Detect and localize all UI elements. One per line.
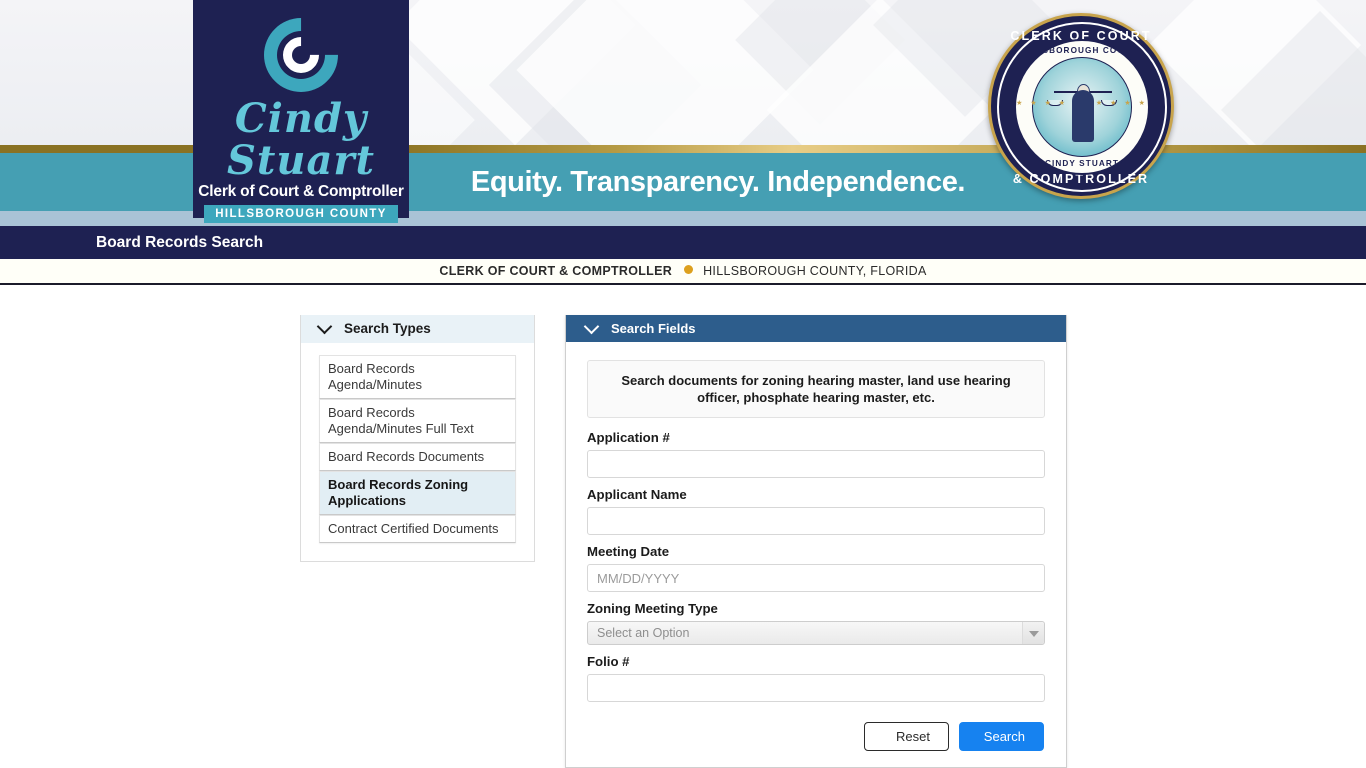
main-content: Search Types Board Records Agenda/Minute… bbox=[0, 285, 1366, 768]
logo-content: Cindy Stuart Clerk of Court & Comptrolle… bbox=[193, 2, 409, 223]
separator-dot-icon bbox=[684, 265, 694, 274]
office-subheader: CLERK OF COURT & COMPTROLLER HILLSBOROUGH… bbox=[0, 259, 1366, 285]
application-number-label: Application # bbox=[587, 430, 670, 445]
search-types-title: Search Types bbox=[344, 321, 431, 336]
logo-county-label: HILLSBOROUGH COUNTY bbox=[204, 205, 398, 223]
chevron-down-icon[interactable] bbox=[1022, 622, 1044, 644]
chevron-down-icon[interactable] bbox=[316, 318, 333, 335]
lady-justice-body-icon bbox=[1072, 90, 1094, 142]
zoning-meeting-type-label: Zoning Meeting Type bbox=[587, 601, 718, 616]
form-actions: Reset Search bbox=[587, 722, 1045, 751]
seal-inner-top-text: HILLSBOROUGH COUNTY bbox=[1019, 46, 1145, 55]
clerk-logo[interactable]: Cindy Stuart Clerk of Court & Comptrolle… bbox=[193, 0, 409, 223]
office-name: CLERK OF COURT & COMPTROLLER bbox=[439, 264, 673, 278]
search-type-item-0[interactable]: Board Records Agenda/Minutes bbox=[319, 355, 516, 399]
applicant-name-input[interactable] bbox=[587, 507, 1045, 535]
search-type-item-3[interactable]: Board Records Zoning Applications bbox=[319, 471, 516, 515]
county-seal: CLERK OF COURT & COMPTROLLER HILLSBOROUG… bbox=[988, 13, 1174, 199]
search-fields-panel: Search Fields Search documents for zonin… bbox=[565, 315, 1067, 768]
folio-number-input[interactable] bbox=[587, 674, 1045, 702]
office-location: HILLSBOROUGH COUNTY, FLORIDA bbox=[703, 264, 927, 278]
logo-subtitle: Clerk of Court & Comptroller bbox=[198, 183, 404, 200]
search-fields-title: Search Fields bbox=[611, 321, 696, 336]
c-monogram-icon bbox=[248, 2, 354, 108]
reset-button[interactable]: Reset bbox=[864, 722, 949, 751]
application-number-input[interactable] bbox=[587, 450, 1045, 478]
logo-script-name: Cindy Stuart bbox=[227, 95, 375, 184]
meeting-date-label: Meeting Date bbox=[587, 544, 670, 559]
search-type-item-2[interactable]: Board Records Documents bbox=[319, 443, 516, 471]
zoning-meeting-type-select[interactable]: Select an Option bbox=[587, 621, 1045, 645]
seal-inner-disc: HILLSBOROUGH COUNTY ★ ★ ★ ★ ★ ★ ★ ★ ★ ★ … bbox=[1014, 39, 1150, 175]
zoning-meeting-type-select-wrap: Select an Option bbox=[587, 621, 1045, 645]
meeting-date-input[interactable] bbox=[587, 564, 1045, 592]
page-title: Board Records Search bbox=[96, 234, 264, 251]
app-title-bar: Board Records Search bbox=[0, 226, 1366, 259]
search-type-item-4[interactable]: Contract Certified Documents bbox=[319, 515, 516, 543]
search-fields-header[interactable]: Search Fields bbox=[566, 315, 1066, 342]
search-button[interactable]: Search bbox=[959, 722, 1044, 751]
folio-number-label: Folio # bbox=[587, 654, 630, 669]
seal-stars-right: ★ ★ ★ ★ ★ bbox=[1095, 100, 1148, 107]
search-fields-body: Search documents for zoning hearing mast… bbox=[566, 342, 1066, 767]
chevron-down-icon[interactable] bbox=[583, 318, 600, 335]
search-type-item-1[interactable]: Board Records Agenda/Minutes Full Text bbox=[319, 399, 516, 443]
search-types-panel: Search Types Board Records Agenda/Minute… bbox=[300, 315, 535, 562]
seal-justice-scene bbox=[1032, 57, 1132, 157]
search-types-header[interactable]: Search Types bbox=[301, 315, 534, 343]
search-types-list: Board Records Agenda/Minutes Board Recor… bbox=[301, 343, 534, 561]
seal-inner-bottom-text: CINDY STUART bbox=[1044, 159, 1119, 168]
search-info-note: Search documents for zoning hearing mast… bbox=[587, 360, 1045, 418]
applicant-name-label: Applicant Name bbox=[587, 487, 687, 502]
